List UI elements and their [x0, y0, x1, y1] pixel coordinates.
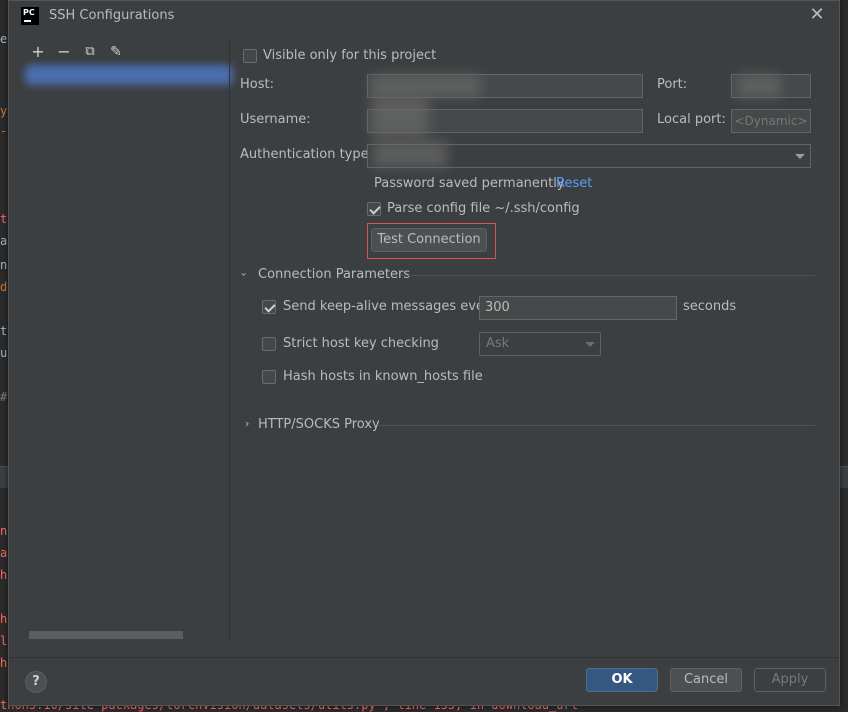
bg-code-fragment: t	[0, 212, 8, 226]
bg-code-fragment: e	[0, 32, 8, 46]
bg-code-fragment: n	[0, 258, 8, 272]
remove-icon[interactable]: −	[55, 43, 73, 61]
connection-params-header[interactable]: Connection Parameters	[258, 267, 410, 282]
auth-type-label: Authentication type:	[240, 147, 373, 162]
bg-code-fragment: a	[0, 234, 8, 248]
apply-button[interactable]: Apply	[754, 668, 826, 692]
pycharm-app-icon: PC	[21, 7, 39, 25]
visible-only-checkbox[interactable]	[243, 49, 257, 63]
username-redacted	[371, 97, 429, 137]
console-fragment: h	[0, 656, 8, 670]
bg-code-fragment: #	[0, 390, 8, 404]
bg-code-fragment: d	[0, 280, 8, 294]
cancel-button[interactable]: Cancel	[670, 668, 742, 692]
proxy-header[interactable]: HTTP/SOCKS Proxy	[258, 417, 380, 432]
console-fragment: a	[0, 546, 8, 560]
seconds-label: seconds	[683, 299, 737, 314]
test-connection-button[interactable]: Test Connection	[371, 228, 487, 252]
parse-config-label: Parse config file ~/.ssh/config	[387, 201, 580, 216]
port-redacted	[737, 75, 781, 97]
local-port-input[interactable]: <Dynamic>	[731, 109, 811, 133]
hash-hosts-label: Hash hosts in known_hosts file	[283, 369, 483, 384]
section-divider	[401, 275, 815, 276]
add-icon[interactable]: +	[29, 43, 47, 61]
reset-link[interactable]: Reset	[556, 176, 592, 191]
splitter[interactable]	[229, 41, 230, 641]
help-icon[interactable]: ?	[25, 671, 47, 693]
username-label: Username:	[240, 112, 311, 127]
parse-config-checkbox[interactable]	[367, 202, 381, 216]
bg-code-fragment: -	[0, 124, 8, 138]
strict-host-label: Strict host key checking	[283, 336, 439, 351]
bg-code-fragment: u	[0, 346, 8, 360]
dialog-title: SSH Configurations	[49, 8, 175, 23]
chevron-right-icon[interactable]: ›	[245, 417, 249, 430]
ssh-configurations-dialog: PC SSH Configurations ✕ + − ⧉ ✎ Visible …	[8, 0, 840, 706]
visible-only-label: Visible only for this project	[263, 48, 437, 63]
auth-type-redacted	[373, 141, 447, 167]
ok-button[interactable]: OK	[586, 668, 658, 692]
chevron-down-icon[interactable]: ›	[238, 272, 251, 276]
keepalive-interval-input[interactable]: 300	[479, 296, 677, 320]
keepalive-checkbox[interactable]	[262, 300, 276, 314]
hash-hosts-checkbox[interactable]	[262, 370, 276, 384]
footer-divider	[9, 657, 839, 658]
console-fragment: n	[0, 524, 8, 538]
section-divider	[377, 425, 815, 426]
local-port-label: Local port:	[657, 112, 726, 127]
console-fragment: h	[0, 568, 8, 582]
host-redacted	[371, 75, 481, 97]
copy-icon[interactable]: ⧉	[81, 43, 99, 61]
chevron-down-icon	[795, 154, 805, 159]
console-fragment: h	[0, 612, 8, 626]
edit-icon[interactable]: ✎	[107, 43, 125, 61]
ssh-config-list-item-selected[interactable]	[25, 65, 233, 85]
keepalive-label: Send keep-alive messages every	[283, 299, 497, 314]
bg-code-fragment: y	[0, 104, 8, 118]
chevron-down-icon	[585, 342, 595, 347]
close-icon[interactable]: ✕	[807, 5, 827, 25]
bg-code-fragment: t	[0, 324, 8, 338]
strict-host-select[interactable]: Ask	[479, 332, 601, 356]
strict-host-checkbox[interactable]	[262, 337, 276, 351]
title-bar: PC SSH Configurations ✕	[9, 1, 839, 31]
port-label: Port:	[657, 77, 688, 92]
password-saved-text: Password saved permanently	[374, 176, 565, 191]
horizontal-scrollbar[interactable]	[29, 631, 183, 639]
host-label: Host:	[240, 77, 274, 92]
console-fragment: l	[0, 634, 8, 648]
